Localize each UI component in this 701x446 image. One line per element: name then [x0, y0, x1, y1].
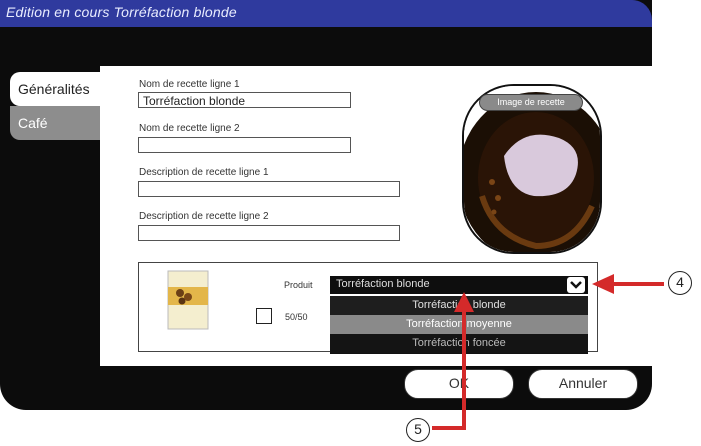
desc-line2-input[interactable]	[138, 225, 400, 241]
option-torrefaction-blonde[interactable]: Torréfaction blonde	[330, 296, 588, 315]
name-line1-input[interactable]: Torréfaction blonde	[138, 92, 351, 108]
chevron-down-icon[interactable]	[567, 277, 585, 293]
desc-line2-label: Description de recette ligne 2	[139, 211, 269, 222]
tab-cafe[interactable]: Café	[10, 106, 100, 140]
coffee-cup-icon	[464, 86, 600, 252]
checkbox-50-50-label: 50/50	[285, 312, 308, 322]
name-line2-label: Nom de recette ligne 2	[139, 123, 240, 134]
window-title: Edition en cours Torréfaction blonde	[6, 4, 237, 20]
title-bar: Edition en cours Torréfaction blonde	[0, 0, 652, 27]
callout-4: 4	[668, 271, 692, 295]
name-line2-input[interactable]	[138, 137, 351, 153]
recipe-image-button[interactable]: Image de recette	[479, 94, 583, 111]
tab-generalites[interactable]: Généralités	[10, 72, 100, 106]
coffee-bag-icon	[167, 270, 209, 330]
product-label: Produit	[284, 280, 313, 290]
cancel-button[interactable]: Annuler	[528, 369, 638, 399]
name-line1-label: Nom de recette ligne 1	[139, 79, 240, 90]
ok-button[interactable]: OK	[404, 369, 514, 399]
desc-line1-label: Description de recette ligne 1	[139, 167, 269, 178]
product-select[interactable]: Torréfaction blonde	[330, 276, 588, 294]
product-dropdown: Torréfaction blonde Torréfaction moyenne…	[330, 296, 588, 354]
desc-line1-input[interactable]	[138, 181, 400, 197]
callout-5: 5	[406, 418, 430, 442]
option-torrefaction-foncee[interactable]: Torréfaction foncée	[330, 334, 588, 353]
option-torrefaction-moyenne[interactable]: Torréfaction moyenne	[330, 315, 588, 334]
checkbox-50-50[interactable]	[256, 308, 272, 324]
